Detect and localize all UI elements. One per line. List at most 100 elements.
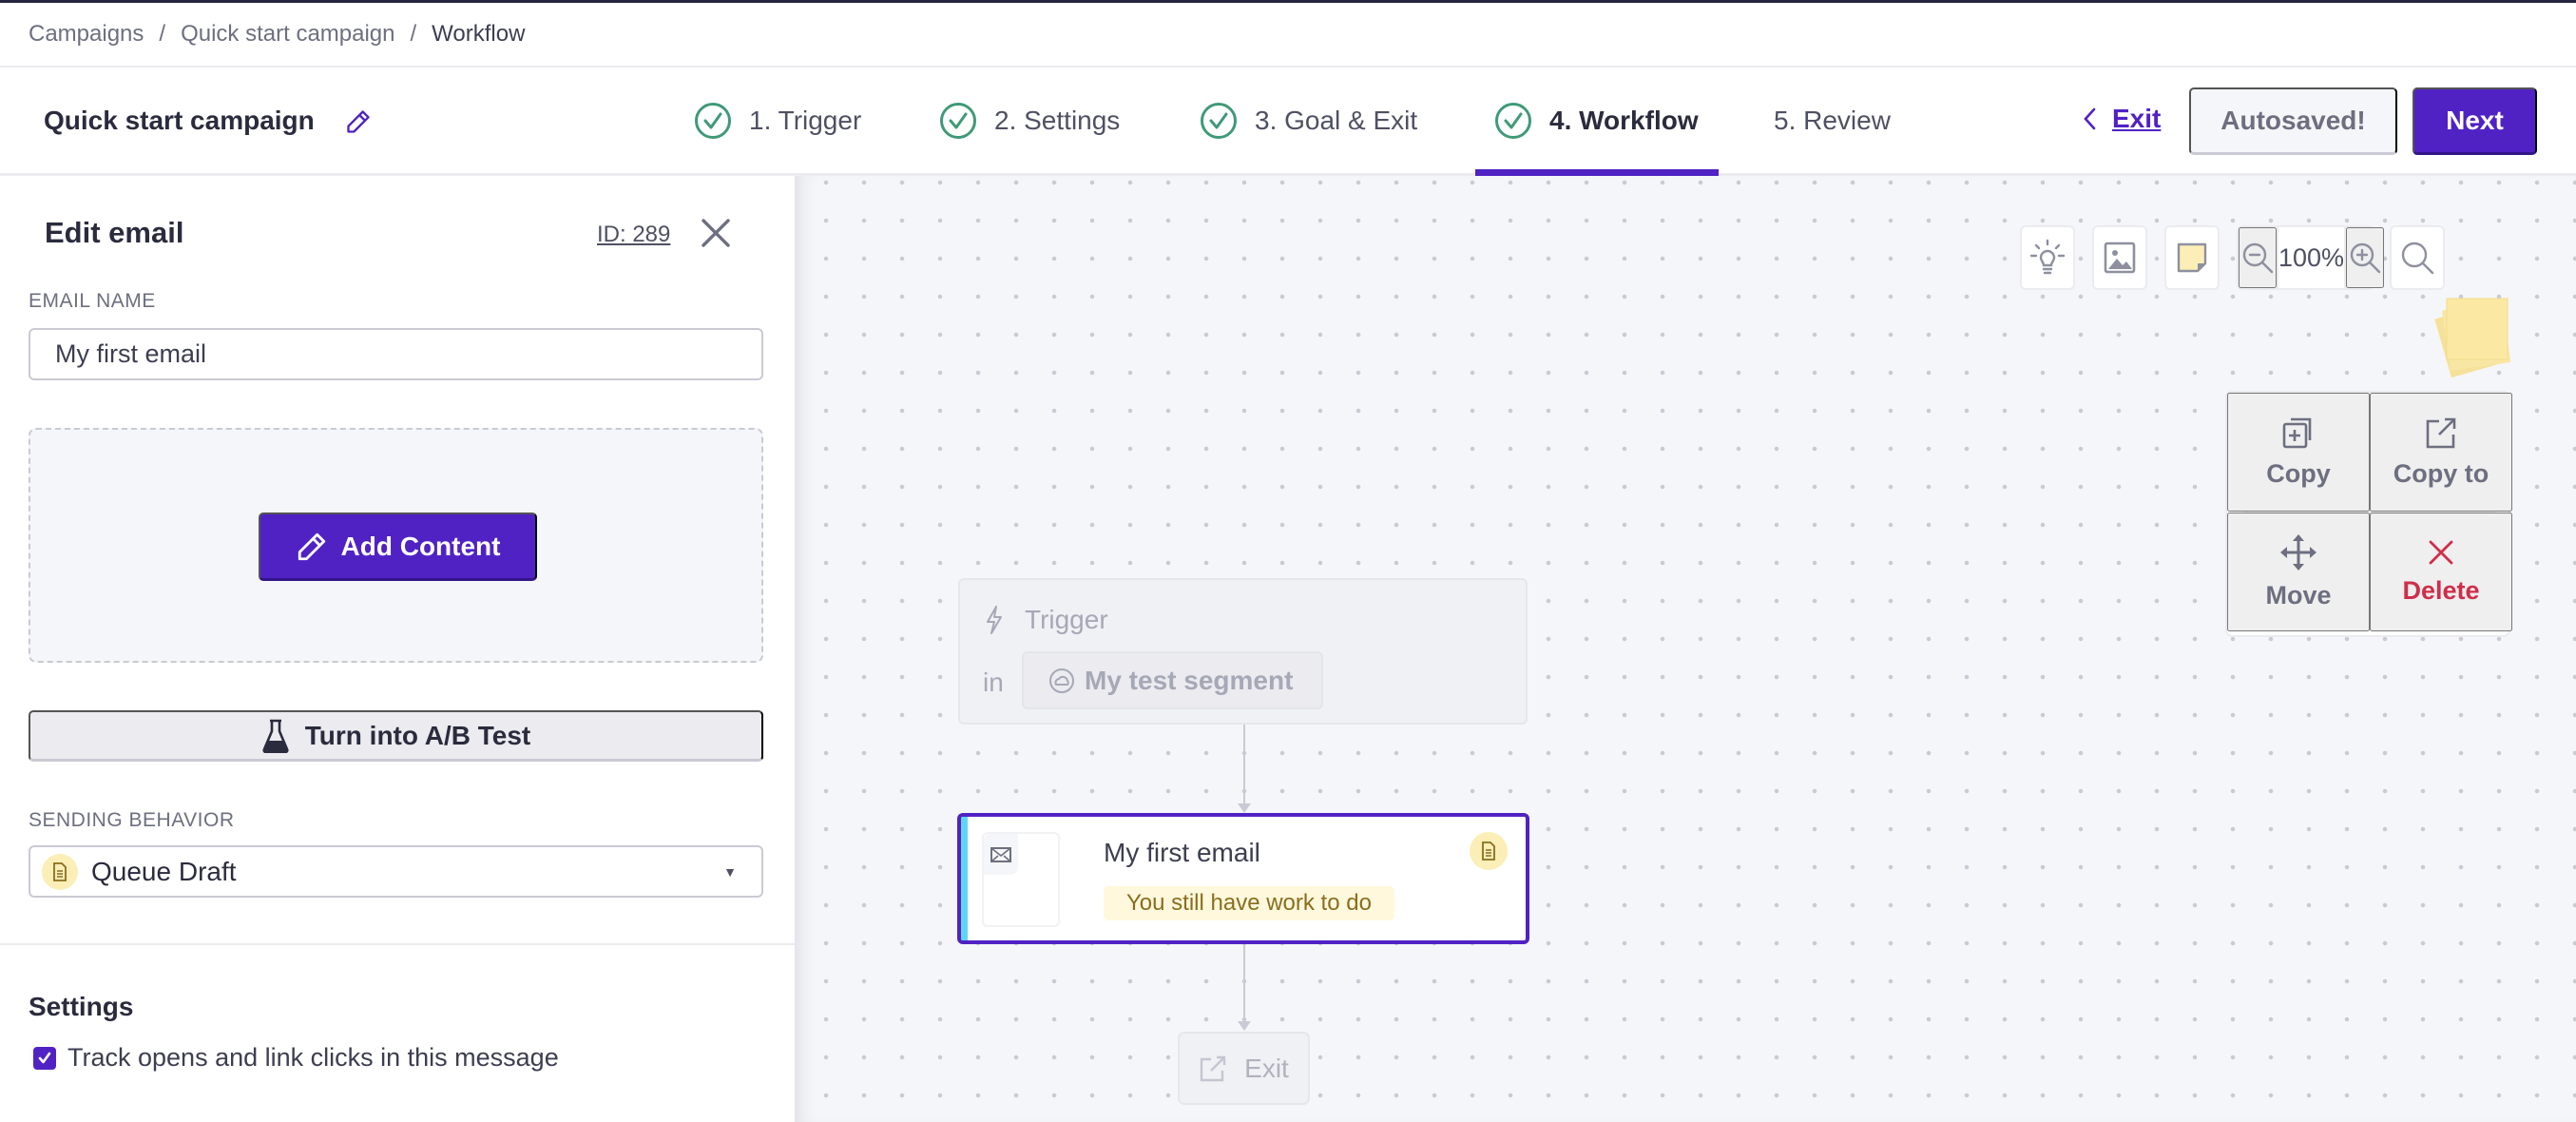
content-dropzone: Add Content <box>29 428 763 663</box>
move-arrows-icon <box>2280 534 2316 571</box>
track-opens-checkbox-row[interactable]: Track opens and link clicks in this mess… <box>33 1043 559 1073</box>
breadcrumb-quick-start-campaign[interactable]: Quick start campaign <box>181 21 394 48</box>
connector-arrow <box>1238 1021 1251 1031</box>
step-label: 1. Trigger <box>749 106 862 135</box>
next-button[interactable]: Next <box>2413 87 2537 155</box>
flask-icon <box>262 719 289 753</box>
exit-link[interactable]: Exit <box>2082 104 2161 134</box>
breadcrumb-workflow: Workflow <box>432 21 526 47</box>
step-trigger[interactable]: 1. Trigger <box>694 100 861 142</box>
ab-test-button[interactable]: Turn into A/B Test <box>29 710 763 762</box>
trigger-node[interactable]: Trigger in My test segment <box>958 578 1528 725</box>
zoom-in-icon <box>2350 242 2381 274</box>
envelope-icon <box>990 846 1011 862</box>
active-step-indicator <box>1475 169 1719 176</box>
email-node-stripe <box>961 817 968 940</box>
lightbulb-icon <box>2029 239 2066 275</box>
ab-test-label: Turn into A/B Test <box>304 720 531 750</box>
sending-behavior-label: SENDING BEHAVIOR <box>29 809 235 831</box>
breadcrumb-separator: / <box>159 21 166 47</box>
exit-label: Exit <box>2112 104 2162 133</box>
campaign-title: Quick start campaign <box>44 106 315 135</box>
autosaved-button[interactable]: Autosaved! <box>2189 87 2397 155</box>
image-button[interactable] <box>2092 225 2147 290</box>
draft-status-icon <box>1470 832 1508 870</box>
step-label: 3. Goal & Exit <box>1255 106 1418 135</box>
edit-pencil-icon[interactable] <box>345 108 372 135</box>
search-button[interactable] <box>2390 225 2445 290</box>
step-workflow[interactable]: 4. Workflow <box>1494 100 1699 142</box>
draft-document-icon <box>42 853 78 890</box>
segment-icon <box>1049 667 1074 693</box>
breadcrumb-campaigns[interactable]: Campaigns <box>29 21 144 48</box>
copy-button[interactable]: Copy <box>2227 393 2370 512</box>
email-node-title: My first email <box>1104 838 1260 867</box>
chevron-left-icon <box>2084 107 2096 130</box>
breadcrumb-separator: / <box>410 21 417 47</box>
workflow-canvas[interactable]: 100% Copy Copy to Move Delete Trigger in… <box>795 176 2576 1122</box>
exit-node[interactable]: Exit <box>1178 1032 1310 1105</box>
segment-chip[interactable]: My test segment <box>1022 651 1323 709</box>
exit-icon <box>1200 1055 1226 1081</box>
check-circle-icon <box>695 103 731 139</box>
zoom-level: 100% <box>2277 227 2347 288</box>
sticky-note-icon <box>2177 242 2207 273</box>
close-icon[interactable] <box>699 216 733 250</box>
email-node-selected[interactable]: My first email You still have work to do <box>957 813 1529 944</box>
tips-button[interactable] <box>2020 225 2075 290</box>
connector-line <box>1243 944 1245 1024</box>
pencil-icon <box>298 532 325 560</box>
copy-to-label: Copy to <box>2393 459 2489 488</box>
connector-line <box>1243 725 1245 806</box>
add-content-button[interactable]: Add Content <box>259 513 537 581</box>
trigger-in-label: in <box>983 667 1004 697</box>
copy-label: Copy <box>2266 459 2331 488</box>
step-label: 2. Settings <box>994 106 1121 135</box>
zoom-in-button[interactable] <box>2346 227 2385 288</box>
zoom-controls: 100% <box>2237 225 2385 290</box>
trigger-title: Trigger <box>1025 605 1108 634</box>
node-actions-panel: Copy Copy to Move Delete <box>2225 391 2512 637</box>
move-button[interactable]: Move <box>2227 513 2370 631</box>
segment-name: My test segment <box>1085 665 1294 695</box>
search-icon <box>2401 242 2434 275</box>
email-name-input[interactable] <box>29 328 763 380</box>
track-opens-label: Track opens and link clicks in this mess… <box>67 1043 559 1072</box>
caret-down-icon: ▼ <box>723 864 737 880</box>
delete-button[interactable]: Delete <box>2370 513 2512 631</box>
external-link-icon <box>2426 417 2456 449</box>
email-thumbnail <box>982 832 1060 927</box>
copy-to-button[interactable]: Copy to <box>2370 393 2512 512</box>
email-id-link[interactable]: ID: 289 <box>597 222 670 248</box>
track-opens-checkbox[interactable] <box>33 1046 56 1070</box>
delete-x-icon <box>2429 540 2453 565</box>
delete-label: Delete <box>2402 576 2480 605</box>
copy-icon <box>2282 417 2312 449</box>
step-goal-exit[interactable]: 3. Goal & Exit <box>1200 100 1417 142</box>
check-circle-icon <box>940 103 976 139</box>
step-settings[interactable]: 2. Settings <box>939 100 1120 142</box>
step-review[interactable]: 5. Review <box>1774 100 1891 142</box>
exit-node-label: Exit <box>1244 1053 1289 1083</box>
sidebar-title: Edit email <box>45 216 184 249</box>
add-content-label: Add Content <box>340 531 501 561</box>
email-name-label: EMAIL NAME <box>29 290 156 312</box>
zoom-out-button[interactable] <box>2239 227 2277 288</box>
check-circle-icon <box>1201 103 1237 139</box>
connector-arrow <box>1238 803 1251 813</box>
check-circle-icon <box>1495 103 1531 139</box>
lightning-icon <box>987 606 1002 634</box>
sending-behavior-value: Queue Draft <box>91 856 237 886</box>
zoom-out-icon <box>2242 242 2274 274</box>
step-label: 5. Review <box>1774 106 1891 135</box>
image-icon <box>2104 242 2136 274</box>
email-node-status-badge: You still have work to do <box>1104 886 1394 920</box>
move-label: Move <box>2265 581 2332 609</box>
checkmark-icon <box>38 1052 51 1063</box>
sending-behavior-select[interactable]: Queue Draft ▼ <box>29 845 763 898</box>
step-label: 4. Workflow <box>1549 106 1699 135</box>
divider <box>0 943 795 945</box>
sticky-notes-stack-icon[interactable] <box>2433 297 2519 382</box>
settings-heading: Settings <box>29 992 134 1021</box>
sticky-note-button[interactable] <box>2164 225 2220 290</box>
